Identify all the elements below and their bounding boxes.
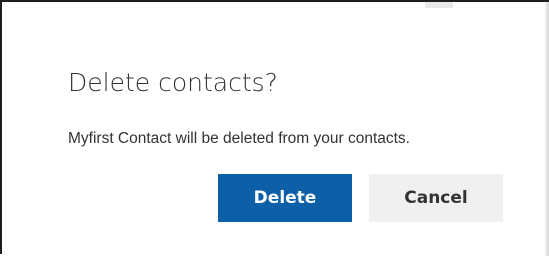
screenshot-frame: Delete contacts? Myfirst Contact will be… [0,0,549,256]
cancel-button[interactable]: Cancel [369,174,503,222]
delete-button[interactable]: Delete [218,174,352,222]
dialog-edge-shadow [545,2,549,256]
delete-contacts-dialog: Delete contacts? Myfirst Contact will be… [2,2,547,256]
dialog-message: Myfirst Contact will be deleted from you… [68,130,410,147]
dialog-title: Delete contacts? [68,68,278,97]
